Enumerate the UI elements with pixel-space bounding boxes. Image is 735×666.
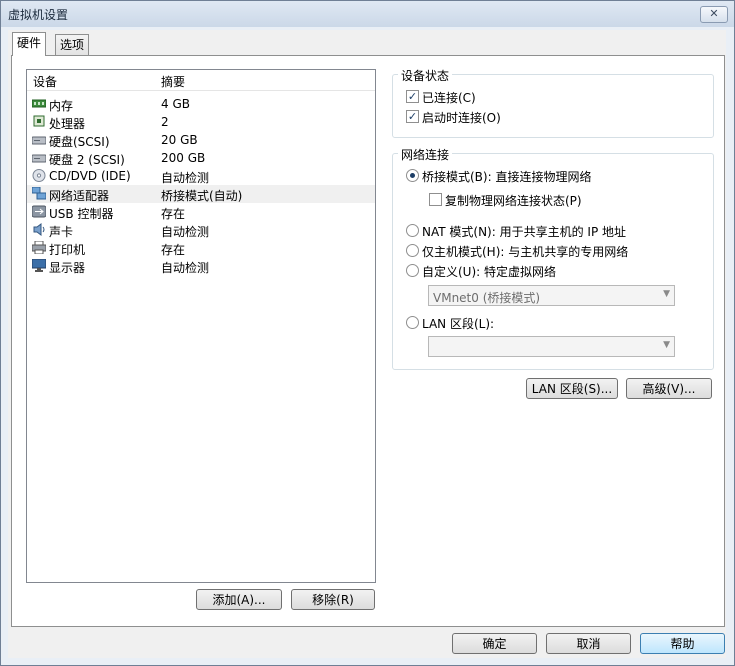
- device-row-memory[interactable]: 内存 4 GB: [27, 95, 375, 113]
- hard-disk-icon: [32, 136, 46, 145]
- cd-dvd-icon: [32, 169, 46, 182]
- nat-radio[interactable]: [406, 224, 419, 237]
- host-only-radio[interactable]: [406, 244, 419, 257]
- device-summary: 存在: [161, 207, 186, 221]
- replicate-state-checkbox[interactable]: [429, 193, 442, 206]
- device-summary: 2: [161, 115, 169, 129]
- device-row-processor[interactable]: 处理器 2: [27, 113, 375, 131]
- device-row-sound-card[interactable]: 声卡 自动检测: [27, 221, 375, 239]
- device-summary: 存在: [161, 243, 186, 257]
- device-name: 硬盘 2 (SCSI): [49, 153, 125, 167]
- device-summary: 4 GB: [161, 97, 190, 111]
- connect-at-power-on-label[interactable]: 启动时连接(O): [422, 109, 501, 126]
- sound-card-icon: [33, 223, 45, 236]
- bridged-radio[interactable]: [406, 169, 419, 182]
- network-connection-group: 网络连接 桥接模式(B): 直接连接物理网络 复制物理网络连接状态(P) NAT…: [392, 146, 714, 370]
- processor-icon: [33, 115, 45, 127]
- tab-options[interactable]: 选项: [55, 34, 90, 55]
- replicate-state-label[interactable]: 复制物理网络连接状态(P): [445, 192, 582, 209]
- device-row-network-adapter[interactable]: 网络适配器 桥接模式(自动): [27, 185, 375, 203]
- device-name: 内存: [49, 99, 74, 113]
- bridged-label[interactable]: 桥接模式(B): 直接连接物理网络: [422, 168, 591, 185]
- device-name: 声卡: [49, 225, 74, 239]
- device-name: USB 控制器: [49, 207, 114, 221]
- device-list-header: 设备 摘要: [27, 70, 375, 91]
- device-name: 处理器: [49, 117, 86, 131]
- column-header-device[interactable]: 设备: [33, 73, 57, 90]
- title-bar: 虚拟机设置 ✕: [1, 1, 734, 27]
- device-list[interactable]: 设备 摘要 内存 4 GB 处理器 2 硬盘(SCSI) 20 GB 硬盘 2 …: [26, 69, 376, 583]
- help-button[interactable]: 帮助: [640, 633, 725, 654]
- usb-icon: [32, 205, 46, 218]
- device-name: 网络适配器: [49, 189, 110, 203]
- connected-checkbox[interactable]: ✓: [406, 90, 419, 103]
- tab-hardware[interactable]: 硬件: [12, 32, 47, 56]
- vm-settings-window: 虚拟机设置 ✕ 硬件 选项 设备 摘要 内存 4 GB 处理器 2 硬盘(SCS…: [0, 0, 735, 666]
- network-adapter-icon: [32, 187, 46, 200]
- column-header-summary[interactable]: 摘要: [161, 73, 185, 90]
- lan-segment-radio[interactable]: [406, 316, 419, 329]
- device-summary: 200 GB: [161, 151, 206, 165]
- device-row-hard-disk[interactable]: 硬盘(SCSI) 20 GB: [27, 131, 375, 149]
- device-name: CD/DVD (IDE): [49, 169, 131, 183]
- cancel-button[interactable]: 取消: [546, 633, 631, 654]
- nat-label[interactable]: NAT 模式(N): 用于共享主机的 IP 地址: [422, 223, 626, 240]
- advanced-button[interactable]: 高级(V)...: [626, 378, 712, 399]
- custom-network-value: VMnet0 (桥接模式): [433, 291, 541, 305]
- custom-network-select[interactable]: VMnet0 (桥接模式) ▼: [428, 285, 675, 306]
- custom-radio[interactable]: [406, 264, 419, 277]
- device-row-printer[interactable]: 打印机 存在: [27, 239, 375, 257]
- display-icon: [32, 259, 46, 272]
- window-title: 虚拟机设置: [8, 8, 69, 22]
- device-summary: 自动检测: [161, 225, 210, 239]
- device-row-cd-dvd[interactable]: CD/DVD (IDE) 自动检测: [27, 167, 375, 185]
- close-button[interactable]: ✕: [700, 6, 728, 23]
- device-row-usb-controller[interactable]: USB 控制器 存在: [27, 203, 375, 221]
- remove-device-button[interactable]: 移除(R): [291, 589, 375, 610]
- connected-label[interactable]: 已连接(C): [422, 89, 476, 106]
- printer-icon: [32, 241, 46, 254]
- device-summary: 自动检测: [161, 261, 210, 275]
- network-connection-title: 网络连接: [398, 146, 453, 163]
- dialog-content: 硬件 选项 设备 摘要 内存 4 GB 处理器 2 硬盘(SCSI) 20 GB…: [8, 30, 726, 658]
- host-only-label[interactable]: 仅主机模式(H): 与主机共享的专用网络: [422, 243, 628, 260]
- add-device-button[interactable]: 添加(A)...: [196, 589, 282, 610]
- chevron-down-icon: ▼: [663, 289, 670, 299]
- device-name: 硬盘(SCSI): [49, 135, 110, 149]
- device-status-group: 设备状态 ✓ 已连接(C) ✓ 启动时连接(O): [392, 67, 714, 138]
- custom-label[interactable]: 自定义(U): 特定虚拟网络: [422, 263, 556, 280]
- hardware-panel: 设备 摘要 内存 4 GB 处理器 2 硬盘(SCSI) 20 GB 硬盘 2 …: [11, 55, 725, 627]
- chevron-down-icon: ▼: [663, 340, 670, 350]
- device-summary: 自动检测: [161, 171, 210, 185]
- connect-at-power-on-checkbox[interactable]: ✓: [406, 110, 419, 123]
- device-summary: 20 GB: [161, 133, 198, 147]
- device-name: 打印机: [49, 243, 86, 257]
- device-status-title: 设备状态: [398, 67, 453, 84]
- hard-disk-icon: [32, 154, 46, 163]
- device-row-hard-disk-2[interactable]: 硬盘 2 (SCSI) 200 GB: [27, 149, 375, 167]
- lan-segments-button[interactable]: LAN 区段(S)...: [526, 378, 618, 399]
- device-summary: 桥接模式(自动): [161, 189, 243, 203]
- device-name: 显示器: [49, 261, 86, 275]
- lan-segment-label[interactable]: LAN 区段(L):: [422, 315, 494, 332]
- device-row-display[interactable]: 显示器 自动检测: [27, 257, 375, 275]
- ok-button[interactable]: 确定: [452, 633, 537, 654]
- memory-icon: [32, 99, 46, 108]
- lan-segment-select[interactable]: ▼: [428, 336, 675, 357]
